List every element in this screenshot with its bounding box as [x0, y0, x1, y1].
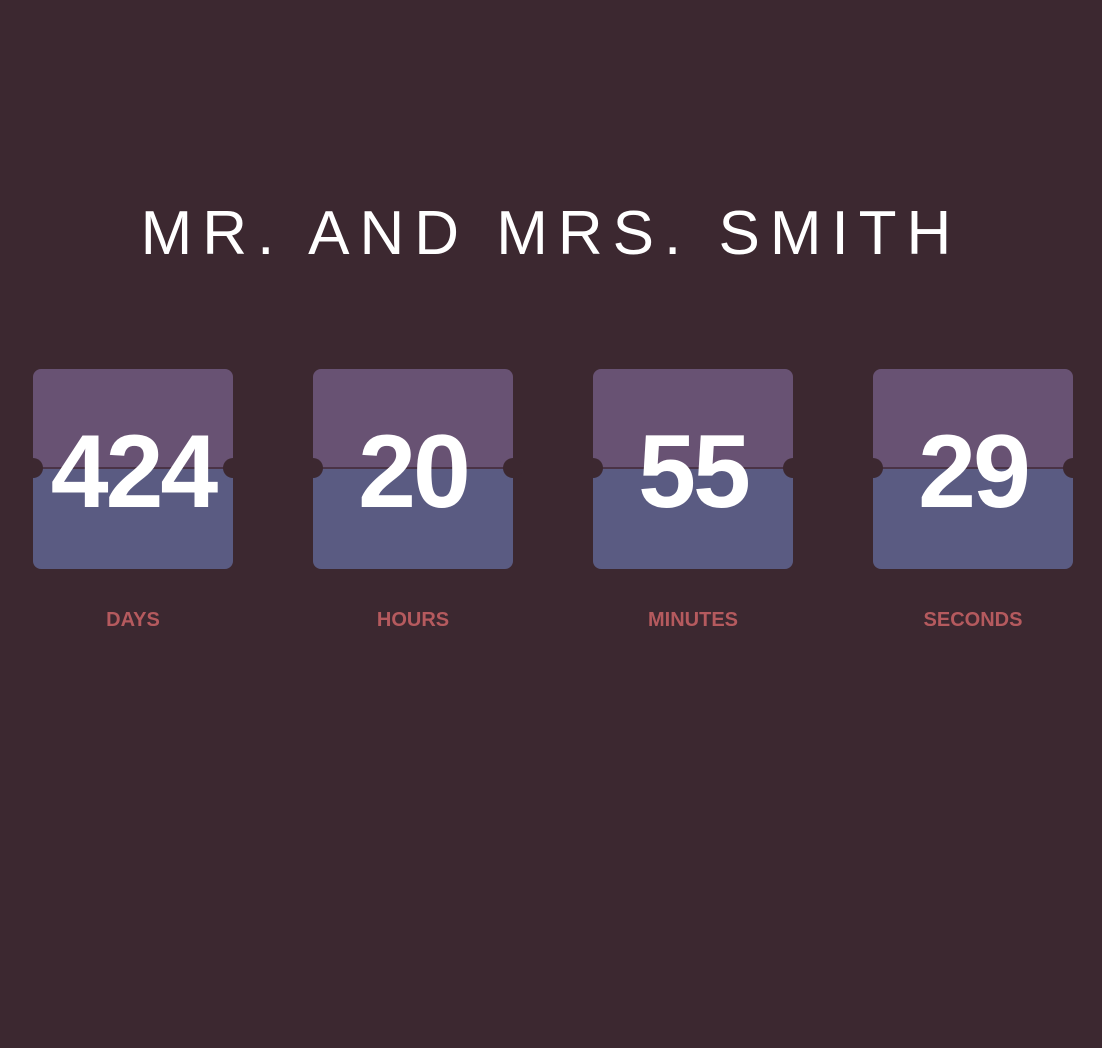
- hours-value: 20: [358, 414, 471, 530]
- countdown-minutes: 55 MINUTES: [583, 369, 803, 631]
- flip-card-days: 424: [23, 369, 243, 569]
- countdown-seconds: 29 SECONDS: [863, 369, 1083, 631]
- minutes-label: MINUTES: [648, 609, 738, 631]
- minutes-value: 55: [638, 414, 751, 530]
- countdown-days: 424 DAYS: [23, 369, 243, 631]
- seconds-value: 29: [918, 414, 1031, 530]
- days-label: DAYS: [106, 609, 160, 631]
- flip-card-minutes: 55: [583, 369, 803, 569]
- countdown-hours: 20 HOURS: [303, 369, 523, 631]
- hours-label: HOURS: [376, 609, 450, 631]
- flip-card-hours: 20: [303, 369, 523, 569]
- page-title: MR. AND MRS. SMITH: [140, 199, 962, 268]
- seconds-label: SECONDS: [923, 609, 1023, 631]
- days-value: 424: [50, 414, 219, 530]
- flip-card-seconds: 29: [863, 369, 1083, 569]
